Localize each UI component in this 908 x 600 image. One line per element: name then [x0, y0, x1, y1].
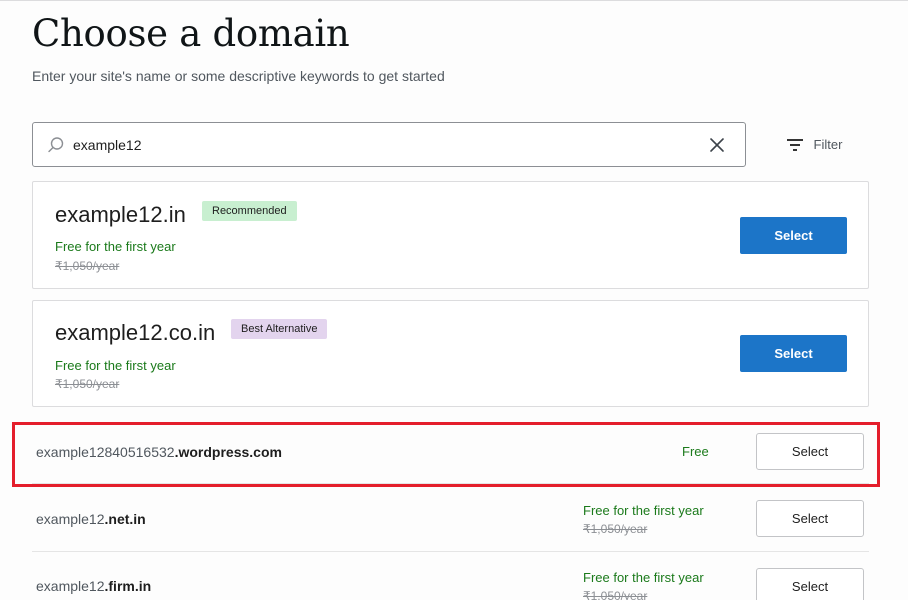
select-button[interactable]: Select: [756, 568, 864, 600]
domain-row: example12.net.in Free for the first year…: [32, 485, 869, 552]
promo-text: Free for the first year: [55, 239, 176, 254]
filter-icon: [786, 138, 803, 151]
select-button[interactable]: Select: [740, 217, 847, 254]
original-price: ₹1,050/year: [55, 377, 120, 391]
original-price: ₹1,050/year: [55, 259, 120, 273]
featured-domain-card: example12.in Recommended Free for the fi…: [32, 181, 869, 289]
filter-label: Filter: [813, 137, 843, 152]
promo-text: Free for the first year: [583, 570, 704, 585]
select-button[interactable]: Select: [740, 335, 847, 372]
search-icon: [48, 137, 64, 153]
close-icon[interactable]: [707, 135, 727, 155]
page-title: Choose a domain: [32, 12, 350, 55]
promo-text: Free for the first year: [583, 503, 704, 518]
original-price: ₹1,050/year: [583, 589, 648, 600]
row-domain-name: example12840516532.wordpress.com: [36, 444, 282, 460]
price-free: Free: [682, 444, 709, 459]
top-divider: [0, 0, 908, 1]
page-subtitle: Enter your site's name or some descripti…: [32, 68, 445, 84]
promo-text: Free for the first year: [55, 358, 176, 373]
featured-domain-card: example12.co.in Best Alternative Free fo…: [32, 300, 869, 407]
row-domain-name: example12.net.in: [36, 511, 146, 527]
best-alternative-badge: Best Alternative: [231, 319, 328, 339]
recommended-badge: Recommended: [202, 201, 297, 221]
row-domain-name: example12.firm.in: [36, 578, 152, 594]
original-price: ₹1,050/year: [583, 522, 648, 536]
search-input[interactable]: [73, 131, 673, 159]
select-button[interactable]: Select: [756, 500, 864, 537]
select-button[interactable]: Select: [756, 433, 864, 470]
domain-name: example12.co.in: [55, 320, 216, 345]
domain-name: example12.in: [55, 202, 186, 227]
domain-row: example12.firm.in Free for the first yea…: [32, 552, 869, 600]
domain-row: example12840516532.wordpress.com Free Se…: [32, 418, 869, 484]
search-box[interactable]: [32, 122, 746, 167]
filter-button[interactable]: Filter: [760, 122, 868, 167]
